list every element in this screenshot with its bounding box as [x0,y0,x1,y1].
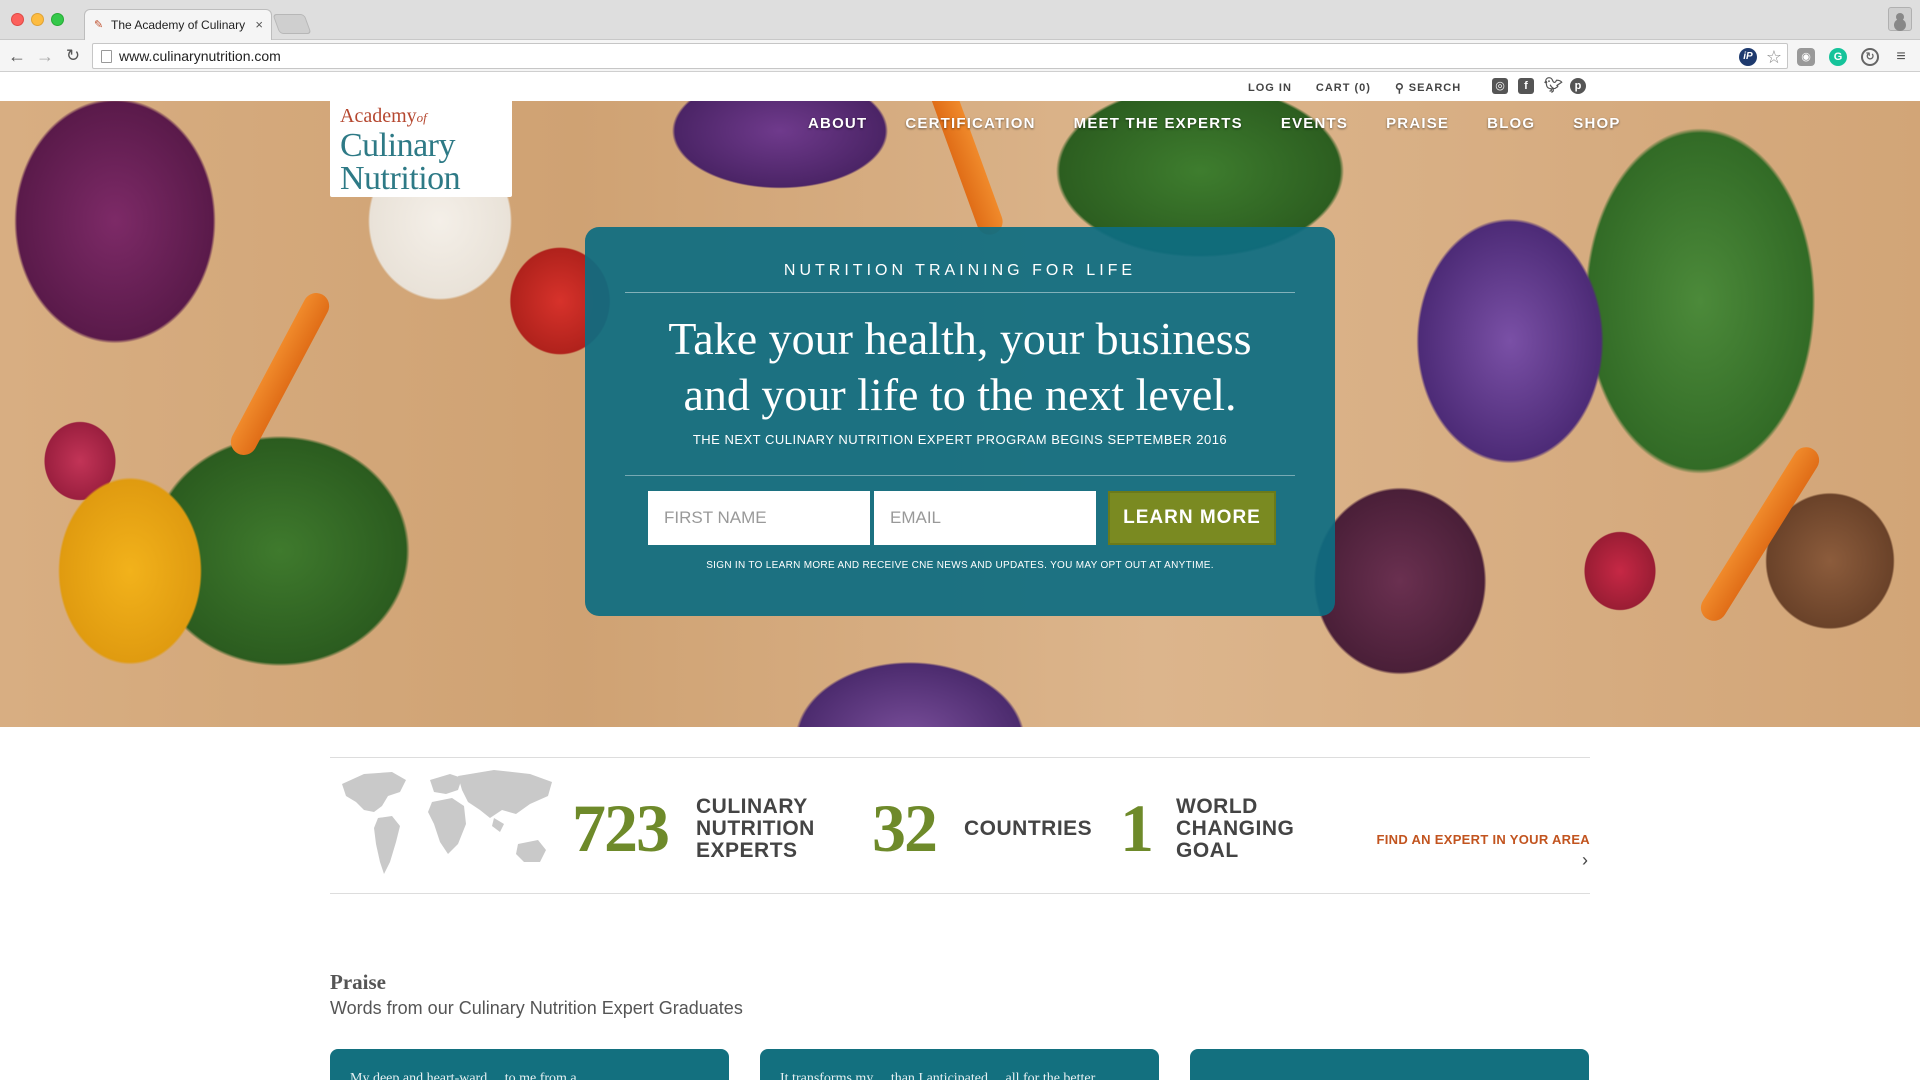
ip-extension-icon[interactable]: iP [1739,48,1757,66]
search-label: SEARCH [1408,82,1462,94]
search-icon: ⚲ [1394,81,1405,95]
social-links: ◎ f 🐦︎ p [1492,78,1586,94]
url-text: www.culinarynutrition.com [119,48,281,64]
login-link[interactable]: LOG IN [1248,82,1292,94]
grammarly-extension-icon[interactable]: G [1829,48,1847,66]
new-tab-button[interactable] [272,14,312,34]
email-input[interactable] [874,491,1096,545]
experts-count: 723 [572,790,670,866]
testimonial-card[interactable]: It transforms my ... than I anticipated … [760,1049,1159,1080]
promo-headline: Take your health, your business and your… [615,311,1305,423]
logo-culinary: Culinary [340,127,455,164]
nav-events[interactable]: EVENTS [1281,115,1348,132]
minimize-window-button[interactable] [31,13,44,26]
address-bar[interactable]: www.culinarynutrition.com iP ☆ [92,43,1788,69]
main-nav: ABOUT CERTIFICATION MEET THE EXPERTS EVE… [808,115,1621,132]
testimonial-card[interactable] [1190,1049,1589,1080]
chevron-right-icon[interactable]: › [1582,851,1588,869]
signup-panel: NUTRITION TRAINING FOR LIFE Take your he… [585,227,1335,616]
sync-extension-icon[interactable]: ↻ [1861,48,1879,66]
menu-icon[interactable]: ≡ [1893,48,1909,66]
forward-arrow-icon[interactable]: → [34,45,56,67]
zoom-window-button[interactable] [51,13,64,26]
tab-close-icon[interactable]: × [255,17,263,32]
nav-certification[interactable]: CERTIFICATION [905,115,1035,132]
praise-title: Praise [330,970,386,994]
facebook-icon[interactable]: f [1518,78,1534,94]
carrot-shape [1695,442,1825,626]
tab-title: The Academy of Culinary N [111,18,249,32]
countries-count: 32 [872,790,938,866]
bookmark-star-icon[interactable]: ☆ [1765,48,1783,66]
headline-line-1: Take your health, your business [668,313,1252,364]
utility-bar: LOG IN CART (0) ⚲ SEARCH [0,73,1920,101]
promo-fine-print: SIGN IN TO LEARN MORE AND RECEIVE CNE NE… [706,560,1214,571]
cart-link[interactable]: CART (0) [1316,82,1371,94]
reload-icon[interactable]: ↻ [62,45,84,67]
browser-toolbar: ← → ↻ www.culinarynutrition.com iP ☆ ◉ G… [0,40,1920,72]
find-expert-link[interactable]: FIND AN EXPERT IN YOUR AREA [1377,832,1590,847]
experts-label: CULINARY NUTRITION EXPERTS [696,795,815,862]
goal-count: 1 [1120,790,1154,866]
nav-praise[interactable]: PRAISE [1386,115,1449,132]
twitter-icon[interactable]: 🐦︎ [1544,78,1563,94]
browser-tabstrip: ✎ The Academy of Culinary N × [0,0,1920,40]
testimonial-card[interactable]: My deep and heart-ward ... to me from a … [330,1049,729,1080]
logo-nutrition: Nutrition [340,160,461,197]
headline-line-2: and your life to the next level. [683,369,1237,420]
goal-label: WORLD CHANGING GOAL [1176,795,1295,862]
profile-icon[interactable] [1888,7,1912,31]
back-arrow-icon[interactable]: ← [6,45,28,67]
nav-blog[interactable]: BLOG [1487,115,1535,132]
site-logo[interactable]: Academyof Culinary Nutrition [330,101,512,197]
first-name-input[interactable] [648,491,870,545]
carrot-shape [226,288,334,460]
ghostery-extension-icon[interactable]: ◉ [1797,48,1815,66]
pinterest-icon[interactable]: p [1570,78,1586,94]
nav-meet-the-experts[interactable]: MEET THE EXPERTS [1074,115,1243,132]
favicon-icon: ✎ [94,19,104,31]
logo-of: of [416,110,427,125]
search-link[interactable]: ⚲ SEARCH [1395,81,1461,95]
page-icon [101,50,112,63]
nav-about[interactable]: ABOUT [808,115,867,132]
promo-divider [625,475,1295,476]
browser-tab[interactable]: ✎ The Academy of Culinary N × [84,9,272,40]
promo-eyebrow: NUTRITION TRAINING FOR LIFE [625,262,1295,293]
logo-academy: Academy [340,105,417,127]
promo-subtitle: THE NEXT CULINARY NUTRITION EXPERT PROGR… [692,432,1228,447]
world-map-icon [342,770,552,874]
countries-label: COUNTRIES [964,817,1093,840]
nav-shop[interactable]: SHOP [1573,115,1620,132]
stats-strip: 723 CULINARY NUTRITION EXPERTS 32 COUNTR… [330,757,1590,894]
praise-subtitle: Words from our Culinary Nutrition Expert… [330,998,743,1018]
instagram-icon[interactable]: ◎ [1492,78,1508,94]
close-window-button[interactable] [11,13,24,26]
learn-more-button[interactable]: LEARN MORE [1108,491,1276,545]
